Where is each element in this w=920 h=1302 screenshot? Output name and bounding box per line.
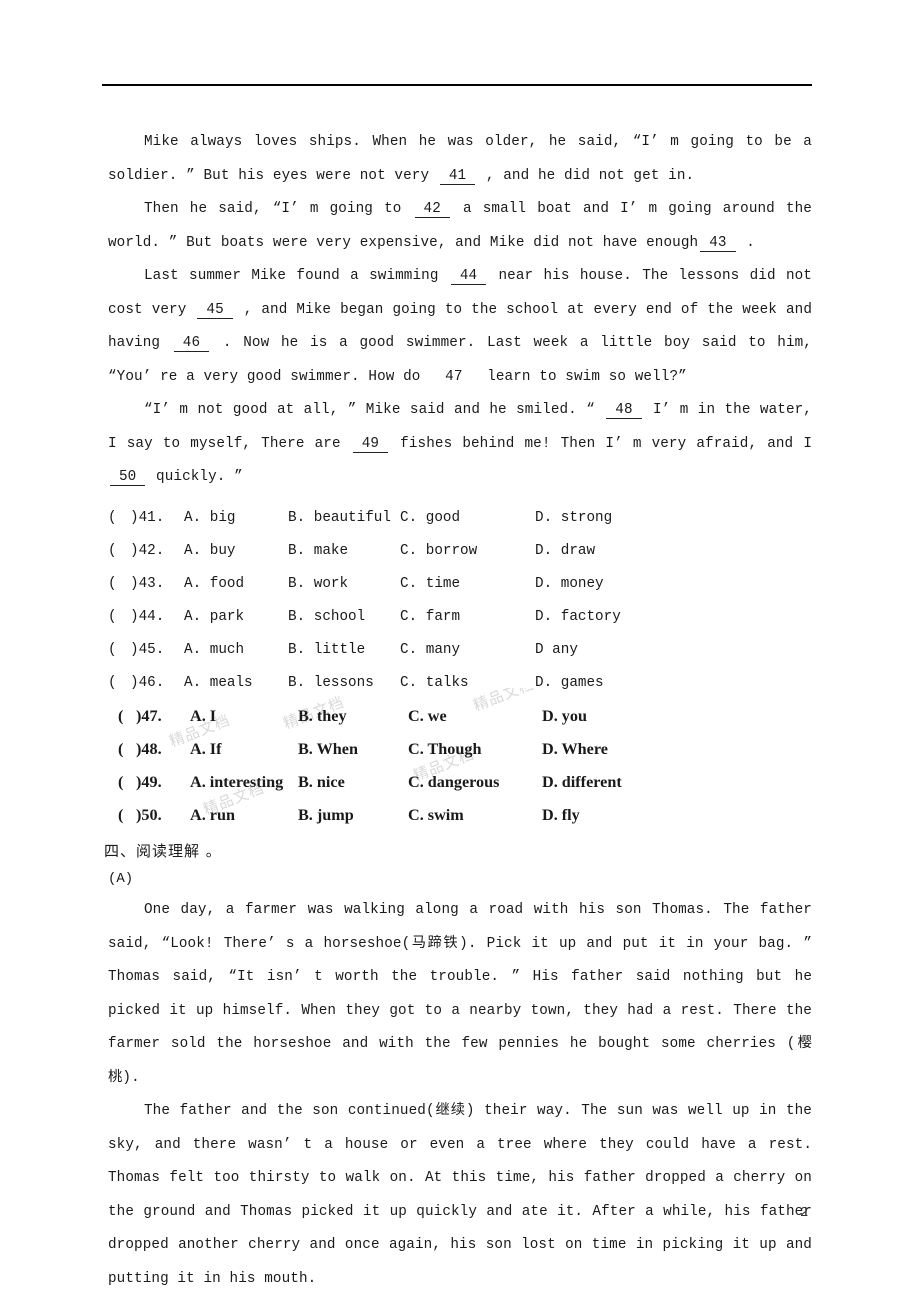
passage-label: (A)	[108, 871, 134, 887]
choice-option-a[interactable]: A. run	[190, 799, 235, 832]
choice-option-d[interactable]: D. games	[535, 667, 604, 700]
choice-option-c[interactable]: C. farm	[400, 601, 460, 634]
choice-option-a[interactable]: A. food	[184, 568, 244, 601]
choice-option-b[interactable]: B. make	[288, 535, 348, 568]
reading-paragraph-2: The father and the son continued(继续) the…	[108, 1103, 812, 1287]
choice-option-a[interactable]: A. park	[184, 601, 244, 634]
question-row: ( )50. A. run B. jump C. swim D. fly	[108, 799, 812, 832]
question-row: ( )47. A. I B. they C. we D. you	[108, 700, 812, 733]
answer-bracket[interactable]: (	[118, 799, 123, 832]
choice-option-c[interactable]: C. borrow	[400, 535, 477, 568]
answer-bracket[interactable]: (	[118, 700, 123, 733]
choice-option-b[interactable]: B. school	[288, 601, 365, 634]
choice-option-d[interactable]: D. draw	[535, 535, 595, 568]
choice-option-c[interactable]: C. many	[400, 634, 460, 667]
choice-option-c[interactable]: C. Though	[408, 733, 481, 766]
choice-option-a[interactable]: A. I	[190, 700, 216, 733]
question-row: ( )41. A. big B. beautiful C. good D. strong	[108, 502, 812, 535]
question-number: )46.	[130, 675, 165, 691]
cloze-blank-47: 47	[445, 368, 463, 385]
choice-option-c[interactable]: C. swim	[408, 799, 464, 832]
document-page: Mike always loves ships. When he was old…	[0, 0, 920, 1302]
answer-bracket[interactable]: (	[108, 601, 117, 634]
choice-option-b[interactable]: B. beautiful	[288, 502, 391, 535]
cloze-passage: Mike always loves ships. When he was old…	[108, 126, 812, 495]
cloze-blank-46: 46	[173, 335, 210, 352]
choice-option-c[interactable]: C. we	[408, 700, 447, 733]
choice-option-c[interactable]: C. talks	[400, 667, 469, 700]
choice-option-b[interactable]: B. nice	[298, 766, 345, 799]
question-row: ( )43. A. food B. work C. time D. money	[108, 568, 812, 601]
cloze-paragraph-1: Mike always loves ships. When he was old…	[108, 134, 812, 185]
cloze-blank-50: 50	[110, 469, 146, 486]
choice-option-d[interactable]: D. you	[542, 700, 587, 733]
question-row: ( )49. A. interesting B. nice C. dangerous D.…	[108, 766, 812, 799]
choice-option-a[interactable]: A. much	[184, 634, 244, 667]
cloze-blank-45: 45	[197, 301, 233, 319]
choice-option-a[interactable]: A. buy	[184, 535, 235, 568]
choice-option-a[interactable]: A. interesting	[190, 766, 283, 799]
choice-option-c[interactable]: C. time	[400, 568, 460, 601]
answer-bracket[interactable]: (	[118, 733, 123, 766]
section-heading: 四、阅读理解 。	[104, 842, 222, 860]
answer-bracket[interactable]: (	[108, 502, 117, 535]
choice-option-d[interactable]: D. factory	[535, 601, 621, 634]
question-row: ( )45. A. much B. little C. many D any	[108, 634, 812, 667]
choice-option-d[interactable]: D. money	[535, 568, 604, 601]
question-number: )43.	[130, 576, 165, 592]
choice-option-a[interactable]: A. big	[184, 502, 235, 535]
cloze-blank-44: 44	[450, 268, 487, 285]
choice-option-c[interactable]: C. dangerous	[408, 766, 499, 799]
choice-option-b[interactable]: B. work	[288, 568, 348, 601]
question-number: )45.	[130, 642, 165, 658]
question-row: ( )48. A. If B. When C. Though D. Where	[108, 733, 812, 766]
answer-bracket[interactable]: (	[118, 766, 123, 799]
choice-option-d[interactable]: D. different	[542, 766, 622, 799]
choice-option-c[interactable]: C. good	[400, 502, 460, 535]
choice-option-d[interactable]: D any	[535, 634, 578, 667]
reading-paragraph-1: One day, a farmer was walking along a ro…	[108, 902, 812, 1086]
choice-option-d[interactable]: D. strong	[535, 502, 612, 535]
question-number: )47.	[136, 707, 162, 725]
question-row: ( )42. A. buy B. make C. borrow D. draw	[108, 535, 812, 568]
choice-option-a[interactable]: A. meals	[184, 667, 253, 700]
reading-passage: One day, a farmer was walking along a ro…	[108, 894, 812, 1296]
question-number: )48.	[136, 740, 162, 758]
question-number: )49.	[136, 773, 162, 791]
question-row: ( )44. A. park B. school C. farm D. factory	[108, 601, 812, 634]
page-header-rule	[102, 84, 812, 86]
choice-option-b[interactable]: B. When	[298, 733, 358, 766]
cloze-blank-43: 43	[700, 234, 736, 252]
question-number: )50.	[136, 806, 162, 824]
choice-option-b[interactable]: B. lessons	[288, 667, 374, 700]
answer-bracket[interactable]: (	[108, 634, 117, 667]
choice-option-b[interactable]: B. they	[298, 700, 347, 733]
answer-bracket[interactable]: (	[108, 568, 117, 601]
question-options-list: ()41. A. big B. beautiful C. good D. strong(…	[108, 502, 812, 832]
choice-option-a[interactable]: A. If	[190, 733, 221, 766]
cloze-blank-48: 48	[606, 402, 642, 419]
cloze-blank-42: 42	[414, 201, 450, 218]
choice-option-b[interactable]: B. little	[288, 634, 365, 667]
question-number: )44.	[130, 609, 165, 625]
choice-option-d[interactable]: D. fly	[542, 799, 580, 832]
answer-bracket[interactable]: (	[108, 667, 117, 700]
question-number: )41.	[130, 510, 165, 526]
question-row: ( )46. A. meals B. lessons C. talks D. games	[108, 667, 812, 700]
page-number: 2	[800, 1205, 809, 1221]
cloze-blank-49: 49	[352, 435, 389, 453]
question-number: )42.	[130, 543, 165, 559]
cloze-paragraph-4: “I’ m not good at all, ” Mike said and h…	[108, 402, 812, 486]
choice-option-d[interactable]: D. Where	[542, 733, 608, 766]
cloze-blank-41: 41	[439, 167, 476, 185]
choice-option-b[interactable]: B. jump	[298, 799, 354, 832]
cloze-paragraph-3: Last summer Mike found a swimming 44 nea…	[108, 268, 812, 385]
answer-bracket[interactable]: (	[108, 535, 117, 568]
cloze-paragraph-2: Then he said, “I’ m going to 42 a small …	[108, 201, 812, 252]
